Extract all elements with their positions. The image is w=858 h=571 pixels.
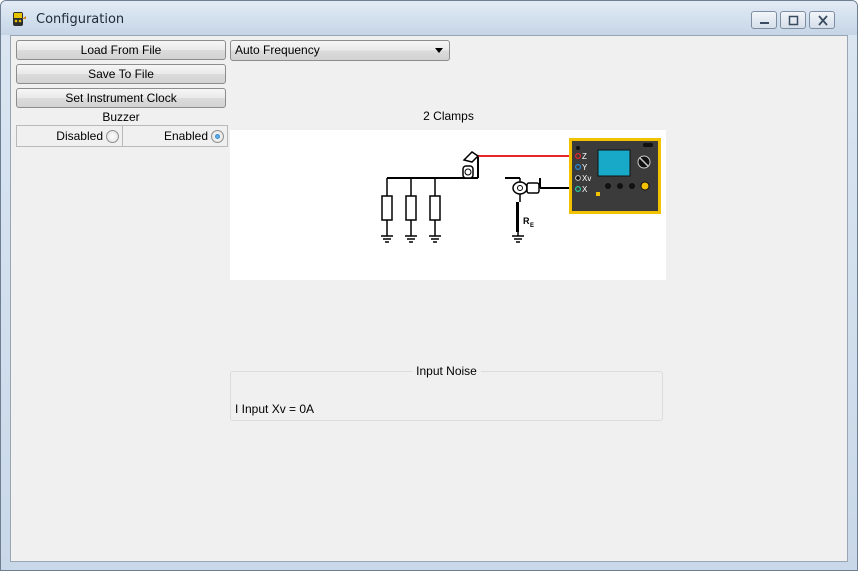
buzzer-radio-group: Disabled Enabled <box>16 125 228 147</box>
diagram-title: 2 Clamps <box>423 109 474 123</box>
buzzer-enabled-option[interactable]: Enabled <box>124 126 227 146</box>
chevron-down-icon <box>435 48 443 53</box>
resistor-subscript: E <box>530 223 534 229</box>
clamp-diagram: R E Z Y Xv X <box>230 130 666 280</box>
close-button[interactable] <box>809 11 835 29</box>
minimize-button[interactable] <box>751 11 777 29</box>
set-instrument-clock-button[interactable]: Set Instrument Clock <box>16 88 226 108</box>
title-bar[interactable]: Configuration <box>1 1 857 35</box>
buzzer-disabled-label: Disabled <box>56 129 103 143</box>
current-clamp-1 <box>462 151 480 179</box>
buzzer-disabled-option[interactable]: Disabled <box>17 126 123 146</box>
clamp-diagram-svg: R E Z Y Xv X <box>381 138 661 243</box>
frequency-select[interactable]: Auto Frequency <box>230 40 450 61</box>
resistor-leg-2 <box>405 178 417 243</box>
client-area: Load From File Save To File Set Instrume… <box>10 35 848 562</box>
load-from-file-button[interactable]: Load From File <box>16 40 226 60</box>
save-to-file-button[interactable]: Save To File <box>16 64 226 84</box>
frequency-select-value: Auto Frequency <box>235 43 320 57</box>
resistor-label: R <box>523 216 530 226</box>
close-icon <box>818 15 828 26</box>
terminal-z-label: Z <box>582 152 587 161</box>
earth-tester-device: Z Y Xv X <box>569 138 661 214</box>
resistor-leg-1 <box>381 178 393 243</box>
input-noise-value: I Input Xv = 0A <box>235 402 315 416</box>
buzzer-title: Buzzer <box>102 110 140 124</box>
input-noise-group: Input Noise I Input Xv = 0A <box>230 364 663 421</box>
resistor-leg-3 <box>429 178 441 243</box>
configuration-window: Configuration Load From File Save To Fil… <box>0 0 858 571</box>
maximize-button[interactable] <box>780 11 806 29</box>
buzzer-enabled-label: Enabled <box>163 129 208 143</box>
buzzer-enabled-radio[interactable] <box>211 129 224 143</box>
current-clamp-2 <box>512 181 540 195</box>
instrument-app-icon <box>13 12 26 26</box>
window-title: Configuration <box>36 12 125 27</box>
terminal-y-label: Y <box>582 163 588 172</box>
maximize-icon <box>788 15 799 26</box>
minimize-icon <box>760 22 769 24</box>
terminal-x-label: X <box>582 185 588 194</box>
input-noise-title: Input Noise <box>412 364 481 378</box>
terminal-xv-label: Xv <box>582 174 591 183</box>
buzzer-disabled-radio[interactable] <box>106 129 119 143</box>
